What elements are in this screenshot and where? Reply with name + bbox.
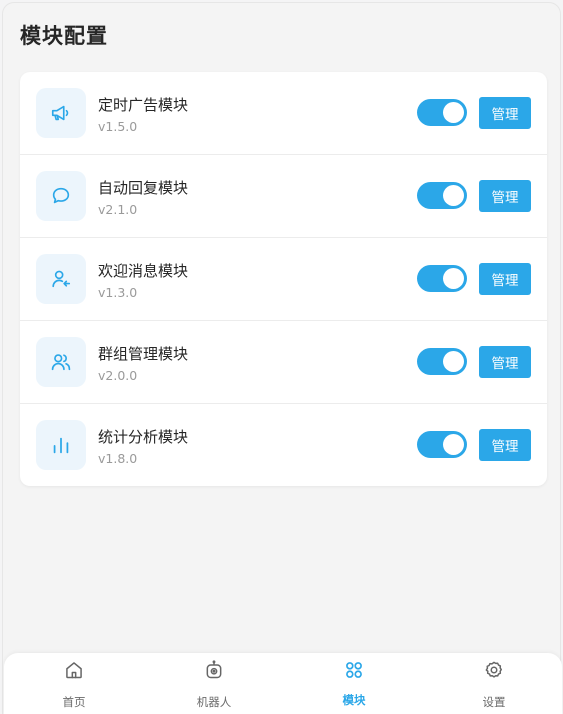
module-row-welcome-message: 欢迎消息模块 v1.3.0 管理 [20, 238, 547, 321]
module-row-auto-reply: 自动回复模块 v2.1.0 管理 [20, 155, 547, 238]
module-icon-box [36, 420, 86, 470]
module-name: 自动回复模块 [98, 179, 189, 197]
module-name: 统计分析模块 [98, 428, 189, 446]
module-enable-toggle[interactable] [417, 431, 467, 458]
module-row-group-management: 群组管理模块 v2.0.0 管理 [20, 321, 547, 404]
bottom-nav: 首页 机器人 模块 设置 [4, 653, 562, 714]
module-row-statistics: 统计分析模块 v1.8.0 管理 [20, 404, 547, 486]
module-version: v2.1.0 [98, 202, 138, 217]
module-list: 定时广告模块 v1.5.0 管理 自动回复模块 v2.1.0 管理 欢迎消息模块… [20, 72, 547, 486]
home-icon [66, 662, 82, 679]
chat-bubble-icon [52, 187, 70, 204]
module-enable-toggle[interactable] [417, 348, 467, 375]
module-version: v1.5.0 [98, 119, 138, 134]
module-row-scheduled-ads: 定时广告模块 v1.5.0 管理 [20, 72, 547, 155]
manage-button[interactable]: 管理 [479, 429, 531, 461]
nav-item-home[interactable]: 首页 [29, 653, 119, 714]
manage-button[interactable]: 管理 [479, 97, 531, 129]
module-version: v2.0.0 [98, 368, 138, 383]
module-icon-box [36, 337, 86, 387]
toggle-knob [443, 434, 464, 455]
megaphone-icon [51, 105, 69, 121]
gear-icon [485, 661, 502, 678]
nav-label: 设置 [482, 695, 506, 709]
robot-icon [206, 660, 222, 679]
page-title: 模块配置 [20, 24, 108, 48]
user-join-icon [52, 270, 71, 288]
nav-label: 首页 [62, 695, 86, 709]
manage-button[interactable]: 管理 [479, 180, 531, 212]
toggle-knob [443, 351, 464, 372]
manage-button[interactable]: 管理 [479, 346, 531, 378]
module-version: v1.3.0 [98, 285, 138, 300]
nav-label: 模块 [342, 693, 366, 707]
nav-item-modules[interactable]: 模块 [309, 653, 399, 714]
toggle-knob [443, 268, 464, 289]
module-enable-toggle[interactable] [417, 99, 467, 126]
modules-icon [346, 662, 362, 678]
bar-chart-icon [53, 437, 69, 454]
manage-button[interactable]: 管理 [479, 263, 531, 295]
users-icon [51, 354, 71, 371]
toggle-knob [443, 102, 464, 123]
module-icon-box [36, 171, 86, 221]
module-name: 群组管理模块 [98, 345, 189, 363]
module-icon-box [36, 88, 86, 138]
module-icon-box [36, 254, 86, 304]
module-name: 定时广告模块 [98, 96, 189, 114]
module-enable-toggle[interactable] [417, 265, 467, 292]
module-enable-toggle[interactable] [417, 182, 467, 209]
nav-label: 机器人 [196, 695, 232, 709]
toggle-knob [443, 185, 464, 206]
nav-item-robot[interactable]: 机器人 [169, 653, 259, 714]
module-name: 欢迎消息模块 [98, 262, 189, 280]
nav-item-settings[interactable]: 设置 [449, 653, 539, 714]
module-version: v1.8.0 [98, 451, 138, 466]
